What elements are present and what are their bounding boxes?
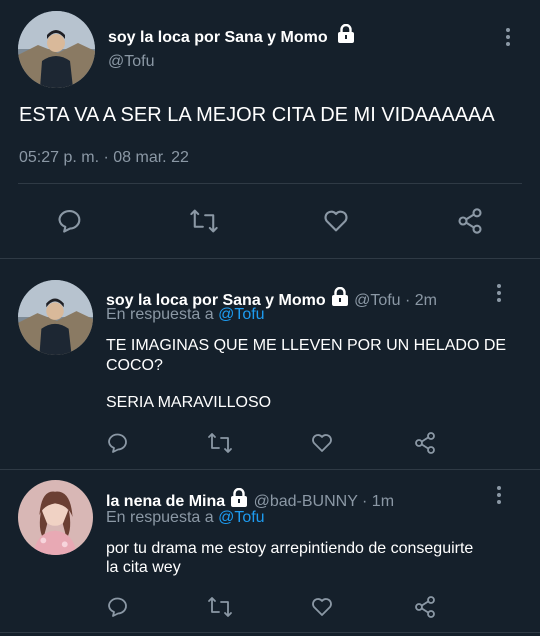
reply-to: En respuesta a @Tofu	[106, 509, 265, 526]
display-name[interactable]: la nena de Mina	[106, 493, 225, 510]
avatar[interactable]	[18, 480, 93, 555]
handle-time[interactable]: @Tofu · 2m	[354, 292, 437, 309]
tweet-text: ESTA VA A SER LA MEJOR CITA DE MI VIDAAA…	[19, 104, 495, 126]
share-icon[interactable]	[413, 595, 437, 619]
share-icon[interactable]	[413, 431, 437, 455]
reply-icon[interactable]	[106, 431, 130, 455]
reply-text-line: TE IMAGINAS QUE ME LLEVEN POR UN HELADO …	[106, 337, 507, 354]
reply-icon[interactable]	[106, 595, 130, 619]
share-icon[interactable]	[456, 207, 484, 235]
divider	[0, 632, 540, 633]
more-icon[interactable]	[497, 284, 503, 305]
reply-icon[interactable]	[56, 207, 84, 235]
reply-to: En respuesta a @Tofu	[106, 306, 265, 323]
retweet-icon[interactable]	[207, 595, 233, 619]
like-icon[interactable]	[310, 431, 334, 455]
reply-text-line: por tu drama me estoy arrepintiendo de c…	[106, 540, 474, 557]
more-icon[interactable]	[506, 28, 512, 49]
handle-time[interactable]: @bad-BUNNY · 1m	[254, 493, 394, 510]
avatar[interactable]	[18, 11, 95, 88]
reply-text-line: COCO?	[106, 357, 163, 374]
reply-text-line: SERIA MARAVILLOSO	[106, 394, 272, 411]
reply-text-line: la cita wey	[106, 559, 181, 576]
reply-to-link[interactable]: @Tofu	[218, 306, 264, 323]
retweet-icon[interactable]	[189, 207, 219, 235]
profile-photo	[18, 11, 95, 88]
divider	[0, 258, 540, 259]
like-icon[interactable]	[310, 595, 334, 619]
avatar[interactable]	[18, 280, 93, 355]
lock-icon	[336, 23, 356, 49]
more-icon[interactable]	[497, 486, 503, 507]
timestamp: 05:27 p. m. · 08 mar. 22	[19, 149, 189, 166]
divider	[0, 469, 540, 470]
handle[interactable]: @Tofu	[108, 53, 154, 71]
display-name[interactable]: soy la loca por Sana y Momo	[108, 23, 356, 49]
divider	[18, 183, 522, 184]
profile-photo	[18, 480, 93, 555]
reply-to-link[interactable]: @Tofu	[218, 509, 264, 526]
retweet-icon[interactable]	[207, 431, 233, 455]
like-icon[interactable]	[322, 207, 350, 235]
lock-icon	[330, 286, 350, 312]
profile-photo	[18, 280, 93, 355]
